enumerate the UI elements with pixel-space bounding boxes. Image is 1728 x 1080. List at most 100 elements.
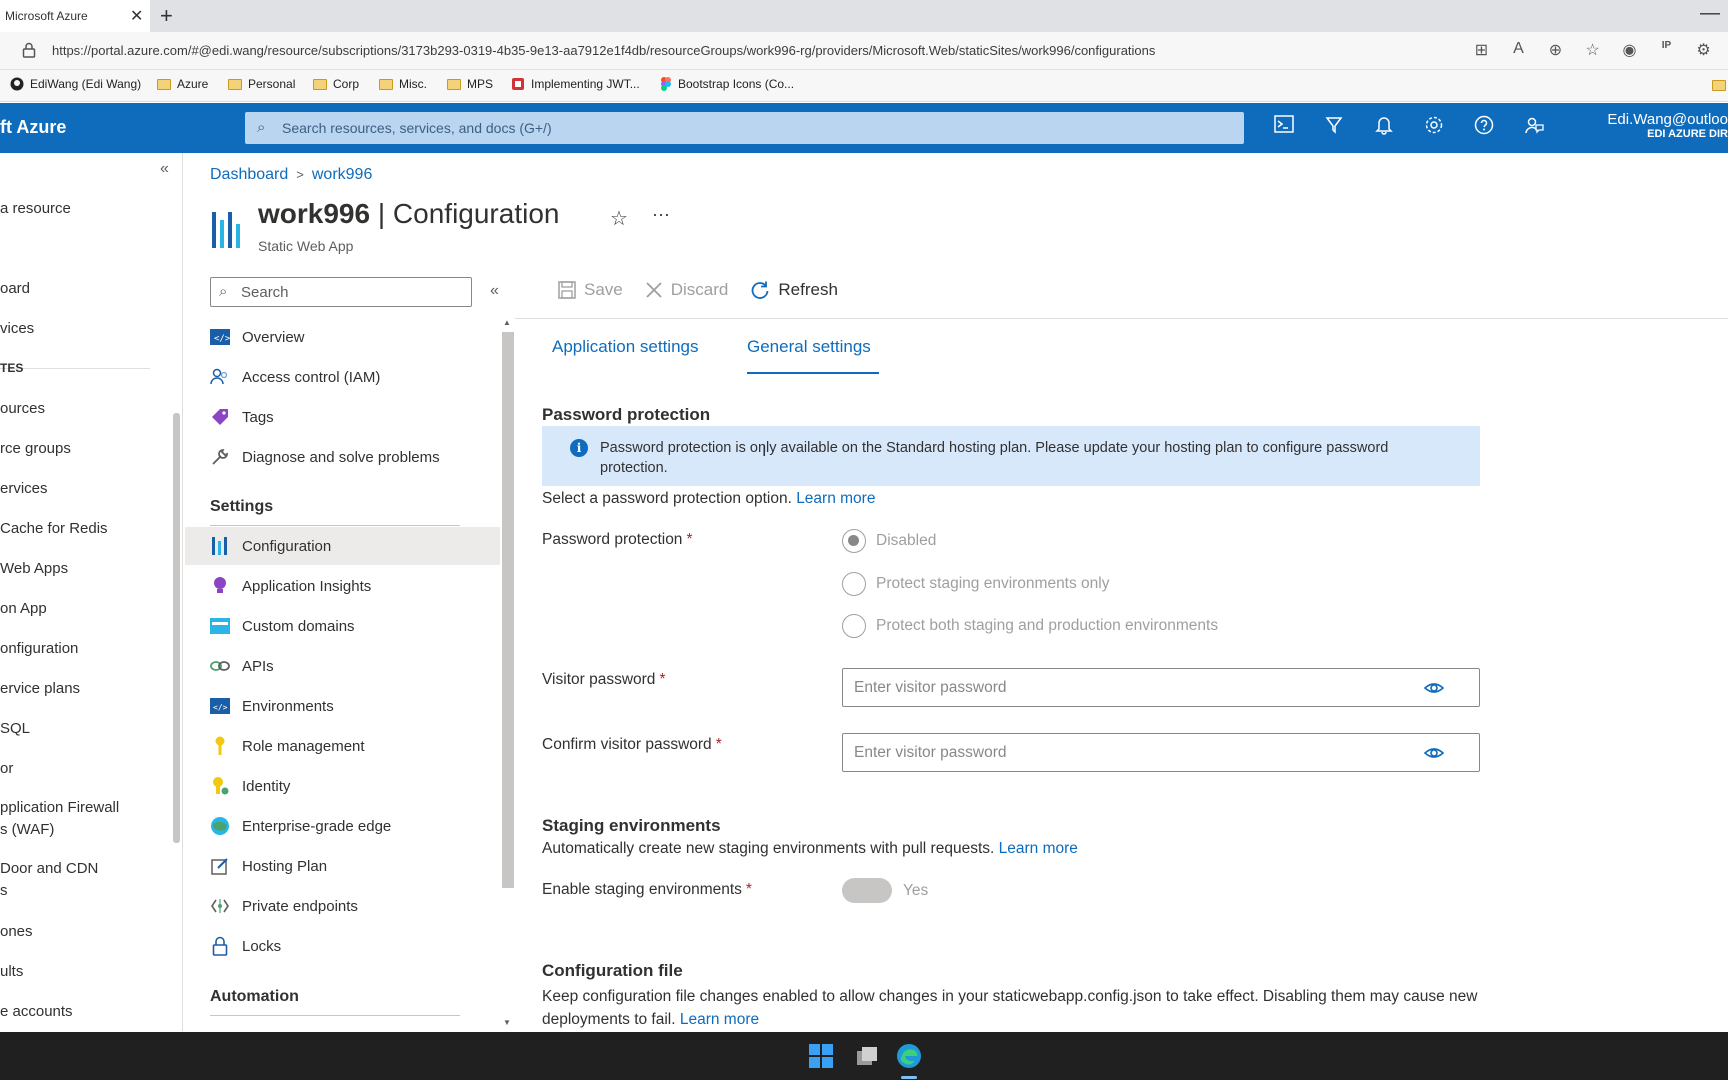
collapse-menu-icon[interactable]: «: [490, 282, 499, 300]
menu-item-apis[interactable]: APIs: [185, 647, 500, 685]
nav-item-all-resources[interactable]: ources: [0, 400, 45, 417]
menu-item-hosting-plan[interactable]: Hosting Plan: [185, 847, 500, 885]
show-password-eye-icon[interactable]: [1423, 677, 1445, 699]
more-options-icon[interactable]: ···: [652, 204, 670, 225]
radio-disabled[interactable]: Disabled: [842, 529, 936, 553]
scroll-up-icon[interactable]: ▲: [503, 318, 511, 327]
nav-item-sql[interactable]: SQL: [0, 720, 30, 737]
enable-staging-toggle[interactable]: [842, 878, 892, 903]
cloud-shell-icon[interactable]: [1272, 115, 1295, 140]
confirm-password-field[interactable]: [842, 733, 1480, 772]
resource-menu-search[interactable]: ⌕ Search: [210, 277, 472, 307]
extension-icon[interactable]: ◉: [1619, 40, 1640, 60]
radio-button-selected[interactable]: [842, 529, 866, 553]
resource-menu-scrollbar[interactable]: ▲ ▼: [502, 318, 514, 1030]
radio-protect-staging[interactable]: Protect staging environments only: [842, 572, 1109, 596]
nav-item-dns-zones[interactable]: ones: [0, 923, 33, 940]
breadcrumb-dashboard[interactable]: Dashboard: [210, 166, 288, 183]
new-tab-button[interactable]: +: [160, 3, 173, 29]
save-button[interactable]: Save: [558, 280, 623, 300]
menu-item-locks[interactable]: Locks: [185, 927, 500, 965]
nav-item-create-resource[interactable]: a resource: [0, 200, 71, 217]
visitor-password-field[interactable]: [842, 668, 1480, 707]
learn-more-link[interactable]: Learn more: [680, 1011, 759, 1028]
nav-item-function-app[interactable]: on App: [0, 600, 47, 617]
bookmark-mps[interactable]: MPS: [447, 77, 493, 91]
nav-item-dashboard[interactable]: oard: [0, 280, 30, 297]
menu-item-tags[interactable]: Tags: [185, 398, 500, 436]
radio-button[interactable]: [842, 572, 866, 596]
nav-item-app-configuration[interactable]: onfiguration: [0, 640, 78, 657]
nav-item-waf[interactable]: pplication Firewall: [0, 799, 119, 816]
tab-close-icon[interactable]: ✕: [130, 6, 143, 26]
bookmark-bootstrap-icons[interactable]: Bootstrap Icons (Co...: [660, 77, 794, 91]
menu-item-role-management[interactable]: Role management: [185, 727, 500, 765]
nav-item-app-service-plans[interactable]: ervice plans: [0, 680, 80, 697]
edge-browser-icon[interactable]: [896, 1043, 922, 1069]
tab-general-settings[interactable]: General settings: [747, 337, 871, 357]
nav-item-resource-groups[interactable]: rce groups: [0, 440, 71, 457]
bookmark-azure[interactable]: Azure: [157, 77, 208, 91]
nav-item-all-services[interactable]: vices: [0, 320, 34, 337]
menu-item-private-endpoints[interactable]: Private endpoints: [185, 887, 500, 925]
nav-scrollbar-thumb[interactable]: [173, 413, 180, 843]
menu-item-custom-domains[interactable]: Custom domains: [185, 607, 500, 645]
url-field[interactable]: https://portal.azure.com/#@edi.wang/reso…: [52, 43, 1155, 58]
favorite-icon[interactable]: ☆: [1582, 40, 1603, 60]
app-available-icon[interactable]: ⊞: [1471, 40, 1492, 60]
zoom-icon[interactable]: ⊕: [1545, 40, 1566, 60]
menu-item-identity[interactable]: Identity: [185, 767, 500, 805]
feedback-icon[interactable]: [1522, 115, 1545, 140]
radio-protect-both[interactable]: Protect both staging and production envi…: [842, 614, 1218, 638]
visitor-password-input[interactable]: [844, 670, 1424, 705]
nav-item-cache-redis[interactable]: Cache for Redis: [0, 520, 108, 537]
ip-extension-icon[interactable]: IP: [1656, 40, 1677, 60]
nav-item-front-door[interactable]: Door and CDN: [0, 860, 98, 877]
nav-item-app-services[interactable]: ervices: [0, 480, 48, 497]
menu-item-app-insights[interactable]: Application Insights: [185, 567, 500, 605]
minimize-button[interactable]: —: [1700, 2, 1720, 25]
collapse-nav-icon[interactable]: «: [160, 160, 169, 178]
bookmark-misc[interactable]: Misc.: [379, 77, 427, 91]
extensions-icon[interactable]: ⚙: [1693, 40, 1714, 60]
menu-item-iam[interactable]: Access control (IAM): [185, 358, 500, 396]
breadcrumb-work996[interactable]: work996: [312, 166, 372, 183]
directory-filter-icon[interactable]: [1322, 115, 1345, 140]
browser-tab[interactable]: Microsoft Azure ✕: [0, 0, 150, 32]
radio-button[interactable]: [842, 614, 866, 638]
global-search-box[interactable]: ⌕ Search resources, services, and docs (…: [245, 112, 1244, 144]
show-password-eye-icon[interactable]: [1423, 742, 1445, 764]
menu-item-environments[interactable]: </> Environments: [185, 687, 500, 725]
resource-menu-scrollbar-thumb[interactable]: [502, 332, 514, 888]
task-view-icon[interactable]: [855, 1045, 879, 1067]
bookmark-personal[interactable]: Personal: [228, 77, 295, 91]
tab-application-settings[interactable]: Application settings: [552, 337, 698, 357]
notifications-icon[interactable]: [1372, 115, 1395, 140]
discard-button[interactable]: Discard: [645, 280, 728, 300]
menu-item-overview[interactable]: </> Overview: [185, 318, 500, 356]
bookmark-ediwang[interactable]: EdiWang (Edi Wang): [10, 77, 141, 91]
read-aloud-icon[interactable]: A: [1508, 40, 1529, 60]
account-menu[interactable]: Edi.Wang@outloo EDI AZURE DIR: [1588, 111, 1728, 140]
refresh-button[interactable]: Refresh: [750, 280, 838, 300]
bookmark-corp[interactable]: Corp: [313, 77, 359, 91]
menu-item-diagnose[interactable]: Diagnose and solve problems: [185, 438, 500, 476]
nav-item-key-vaults[interactable]: ults: [0, 963, 23, 980]
favorite-star-icon[interactable]: ☆: [610, 206, 628, 231]
bookmark-jwt[interactable]: Implementing JWT...: [511, 77, 640, 91]
windows-start-icon[interactable]: [809, 1044, 833, 1068]
help-icon[interactable]: [1472, 115, 1495, 140]
confirm-password-input[interactable]: [844, 735, 1424, 770]
menu-item-configuration[interactable]: Configuration: [185, 527, 500, 565]
nav-scrollbar[interactable]: [170, 403, 182, 1033]
other-favorites-folder-icon[interactable]: [1712, 80, 1726, 91]
settings-gear-icon[interactable]: [1422, 115, 1445, 140]
menu-item-enterprise-edge[interactable]: Enterprise-grade edge: [185, 807, 500, 845]
nav-item-storage-accounts[interactable]: e accounts: [0, 1003, 73, 1020]
nav-item-monitor[interactable]: or: [0, 760, 13, 777]
learn-more-link[interactable]: Learn more: [796, 490, 875, 507]
scroll-down-icon[interactable]: ▼: [503, 1018, 511, 1027]
learn-more-link[interactable]: Learn more: [999, 840, 1078, 857]
azure-brand[interactable]: ft Azure: [0, 117, 66, 138]
nav-item-static-web-apps[interactable]: Web Apps: [0, 560, 68, 577]
